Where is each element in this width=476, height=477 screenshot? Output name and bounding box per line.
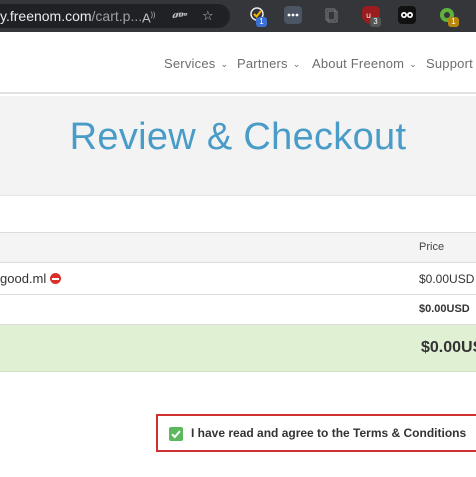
terms-label[interactable]: I have read and agree to the Terms & Con… <box>191 426 466 440</box>
terms-agreement: I have read and agree to the Terms & Con… <box>156 414 476 452</box>
url-text[interactable]: y.freenom.com/cart.p... <box>0 8 142 24</box>
nav-support-label: Support <box>426 56 473 71</box>
nav-about-label: About Freenom <box>312 56 405 71</box>
nav-services-label: Services <box>164 56 216 71</box>
checkmark-icon <box>171 430 181 439</box>
total-row: $0.00US <box>0 324 476 372</box>
url-path: /cart.p... <box>91 8 143 24</box>
green-extension-badge: 1 <box>448 17 459 27</box>
price-column-header: Price <box>419 241 445 253</box>
domain-item: good.ml <box>0 271 62 286</box>
page-header: Review & Checkout <box>0 96 476 196</box>
table-header-row: Price <box>0 232 476 262</box>
read-aloud-icon[interactable]: A)) <box>142 9 155 25</box>
nav-support[interactable]: Support <box>426 56 473 71</box>
nav-services[interactable]: Services ⌄ <box>164 56 228 71</box>
url-host: y.freenom.com <box>0 8 92 24</box>
ublock-extension-badge: 3 <box>370 17 381 27</box>
table-row: good.ml $0.00USD <box>0 262 476 294</box>
nav-partners-label: Partners <box>237 56 288 71</box>
copy-extension-icon[interactable] <box>322 6 340 24</box>
favorite-add-icon[interactable]: ☆ <box>202 9 214 23</box>
nav-about[interactable]: About Freenom ⌄ <box>312 56 417 71</box>
dots-extension-icon[interactable] <box>284 6 302 24</box>
total-price: $0.00US <box>421 339 476 356</box>
nav-partners[interactable]: Partners ⌄ <box>237 56 300 71</box>
chevron-down-icon: ⌄ <box>409 59 417 69</box>
remove-icon[interactable] <box>50 273 62 284</box>
address-bar[interactable]: y.freenom.com/cart.p... A)) ᎀ ☆ <box>0 4 230 28</box>
cart-table: Price good.ml $0.00USD $0.00USD $0.00US <box>0 232 476 372</box>
domain-name: good.ml <box>0 271 47 286</box>
browser-toolbar: y.freenom.com/cart.p... A)) ᎀ ☆ 1 u 3 1 <box>0 0 476 32</box>
page-title: Review & Checkout <box>69 116 407 158</box>
subtotal-price: $0.00USD <box>419 303 470 315</box>
task-extension-badge: 1 <box>256 17 267 27</box>
chevron-down-icon: ⌄ <box>292 59 301 69</box>
terms-checkbox[interactable] <box>169 427 183 441</box>
mask-extension-icon[interactable] <box>398 6 416 24</box>
chevron-down-icon: ⌄ <box>220 59 229 69</box>
subtotal-row: $0.00USD <box>0 294 476 324</box>
site-nav: Services ⌄ Partners ⌄ About Freenom ⌄ Suppo… <box>0 32 476 94</box>
item-price: $0.00USD <box>419 272 475 286</box>
translate-icon[interactable]: ᎀ <box>172 9 188 23</box>
